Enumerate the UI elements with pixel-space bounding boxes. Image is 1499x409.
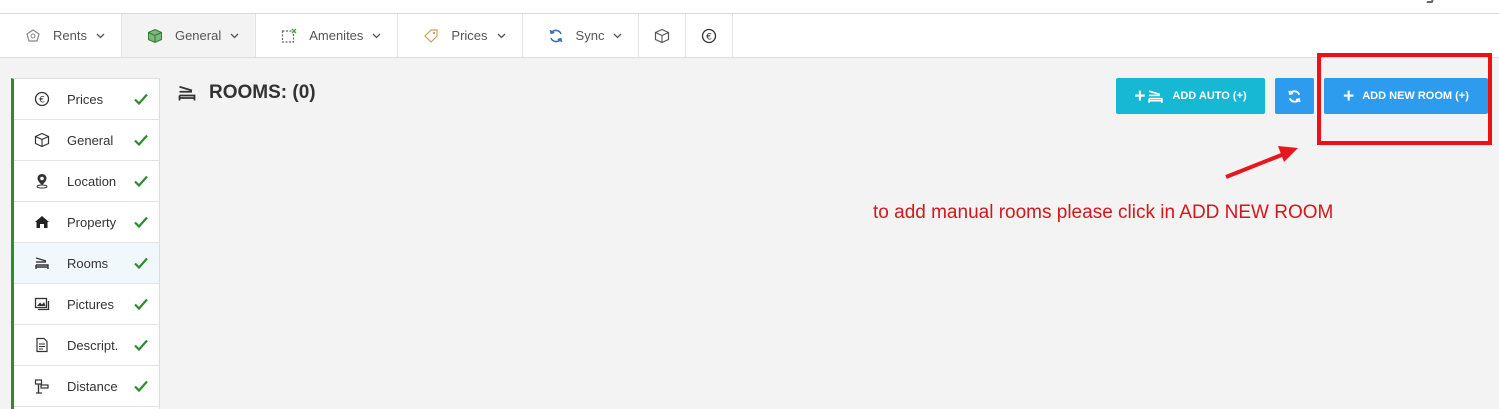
- check-icon: [134, 298, 148, 311]
- check-icon: [134, 339, 148, 352]
- svg-text:€: €: [39, 96, 45, 106]
- euro-icon: €: [700, 27, 718, 45]
- menu-rents[interactable]: Rents: [0, 14, 122, 57]
- annotation-highlight-box: [1317, 53, 1492, 145]
- refresh-button[interactable]: [1275, 78, 1314, 114]
- annotation-arrow: [1225, 146, 1298, 179]
- cube-icon: [33, 131, 51, 149]
- menu-amenites[interactable]: Amenites: [256, 14, 399, 57]
- sidebar-item-label: General: [67, 132, 114, 148]
- page-title: ROOMS: (0): [177, 82, 316, 104]
- euro-icon: €: [33, 90, 51, 108]
- sidebar-item-pictures[interactable]: Pictures: [14, 284, 159, 325]
- refresh-icon: [1288, 89, 1301, 103]
- annotation-note: to add manual rooms please click in ADD …: [873, 202, 1334, 223]
- page-title-text: ROOMS: (0): [209, 82, 316, 103]
- svg-text:€: €: [707, 32, 713, 42]
- sidebar-item-label: Location: [67, 173, 117, 189]
- bed-icon: [177, 83, 197, 103]
- chevron-down-icon: [230, 31, 239, 40]
- sidebar-item-location[interactable]: Location: [14, 161, 159, 202]
- menu-euro-shortcut[interactable]: €: [686, 14, 734, 57]
- house-icon: [33, 213, 51, 231]
- bed-icon: [1147, 88, 1164, 105]
- check-icon: [134, 216, 148, 229]
- pictures-icon: [33, 295, 51, 313]
- sidebar-item-description[interactable]: Descript.: [14, 325, 159, 366]
- sidebar-item-label: Prices: [67, 91, 104, 107]
- check-icon: [134, 175, 148, 188]
- menu-rents-label: Rents: [53, 28, 87, 43]
- sidebar-item-general[interactable]: General: [14, 120, 159, 161]
- chevron-down-icon: [96, 31, 105, 40]
- rents-icon: [24, 27, 42, 45]
- menu-general[interactable]: General: [121, 14, 257, 57]
- cube-icon: [653, 27, 671, 45]
- menu-sync[interactable]: Sync: [523, 14, 640, 57]
- menu-cube-shortcut[interactable]: [639, 14, 687, 57]
- sidebar-item-label: Distance: [67, 378, 118, 394]
- check-icon: [134, 93, 148, 106]
- sidebar-item-property[interactable]: Property: [14, 202, 159, 243]
- chevron-down-icon: [372, 31, 381, 40]
- distance-icon: [33, 377, 51, 395]
- top-menu-bar: Rents General Amenites Prices Sync €: [0, 14, 1499, 58]
- menu-sync-label: Sync: [575, 28, 605, 43]
- sidebar-nav: € Prices General Location Property Rooms…: [11, 78, 160, 409]
- sync-icon: [547, 27, 565, 45]
- chevron-icon[interactable]: [1426, 0, 1434, 3]
- sidebar-item-rooms[interactable]: Rooms: [14, 243, 159, 284]
- cube-icon: [146, 27, 164, 45]
- document-icon: [33, 336, 51, 354]
- plus-icon: +: [1134, 85, 1146, 107]
- top-strip: [0, 0, 1499, 14]
- check-icon: [134, 134, 148, 147]
- add-auto-button[interactable]: + ADD AUTO (+): [1116, 78, 1265, 114]
- add-auto-label: ADD AUTO (+): [1172, 90, 1247, 102]
- sidebar-item-label: Descript.: [67, 337, 119, 353]
- sidebar-item-prices[interactable]: € Prices: [14, 79, 159, 120]
- sidebar-item-label: Pictures: [67, 296, 114, 312]
- chevron-down-icon: [613, 31, 622, 40]
- menu-general-label: General: [174, 28, 222, 43]
- menu-amenites-label: Amenites: [309, 28, 364, 43]
- tag-icon: [422, 27, 440, 45]
- sidebar-item-distance[interactable]: Distance: [14, 366, 159, 407]
- chevron-down-icon: [497, 31, 506, 40]
- menu-prices-label: Prices: [451, 28, 488, 43]
- bed-icon: [33, 254, 51, 272]
- sidebar-item-label: Rooms: [67, 255, 109, 271]
- check-icon: [134, 257, 148, 270]
- sidebar-item-label: Property: [67, 214, 117, 230]
- location-pin-icon: [33, 172, 51, 190]
- amenities-icon: [280, 27, 298, 45]
- check-icon: [134, 380, 148, 393]
- menu-prices[interactable]: Prices: [398, 14, 523, 57]
